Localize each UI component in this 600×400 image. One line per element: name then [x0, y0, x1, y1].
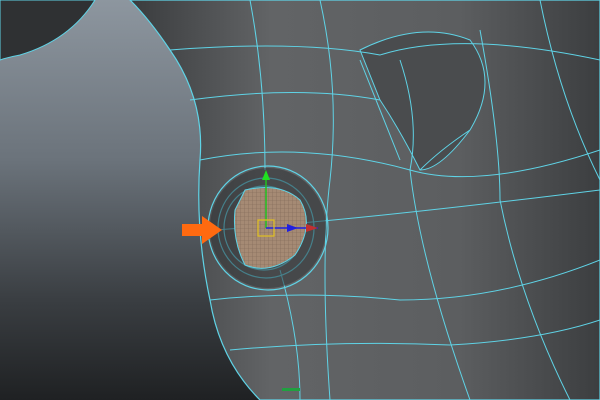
maya-3d-viewport[interactable] [0, 0, 600, 400]
bottom-marker [282, 388, 300, 391]
scene-canvas[interactable] [0, 0, 600, 400]
upper-body-mesh [0, 0, 96, 61]
